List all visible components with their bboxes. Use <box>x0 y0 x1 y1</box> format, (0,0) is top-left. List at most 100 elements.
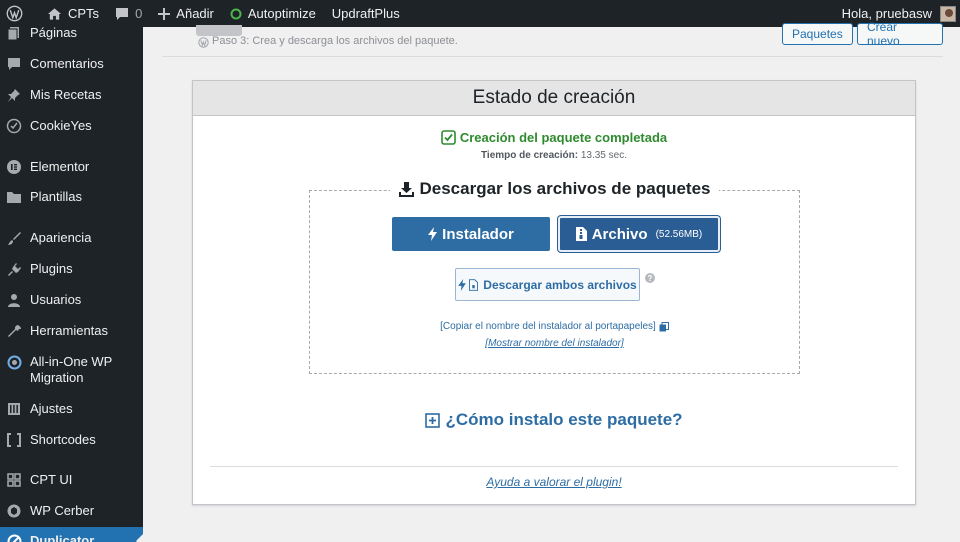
divider <box>210 466 898 467</box>
wrench-icon <box>6 323 22 339</box>
add-new-label: Añadir <box>176 6 214 21</box>
sidebar-item-label: Apariencia <box>30 230 92 245</box>
comments-count: 0 <box>135 6 143 21</box>
sidebar-item-comments[interactable]: Comentarios <box>0 56 143 72</box>
avatar <box>940 5 956 22</box>
sidebar-item-plugins[interactable]: Plugins <box>0 261 143 277</box>
wordpress-logo-icon[interactable] <box>0 0 39 27</box>
installer-label: Instalador <box>442 225 514 243</box>
sidebar-item-pages[interactable]: Páginas <box>0 27 143 41</box>
autoptimize-label: Autoptimize <box>247 6 316 21</box>
sidebar-item-users[interactable]: Usuarios <box>0 292 143 308</box>
plus-square-icon <box>425 412 441 428</box>
build-time: Tiempo de creación: 13.35 sec. <box>193 150 915 161</box>
comments-icon <box>6 56 22 72</box>
sidebar-item-cpt-ui[interactable]: CPT UI <box>0 472 143 488</box>
how-to-install-toggle[interactable]: ¿Cómo instalo este paquete? <box>193 410 915 430</box>
how-to-install-label: ¿Cómo instalo este paquete? <box>445 410 683 429</box>
sidebar-item-label: Elementor <box>30 159 90 174</box>
archive-button[interactable]: Archivo (52.56MB) <box>558 216 720 252</box>
sidebar-item-templates[interactable]: Plantillas <box>0 189 143 205</box>
sidebar-item-label: Usuarios <box>30 292 82 307</box>
sidebar-item-recipes[interactable]: Mis Recetas <box>0 87 143 103</box>
sidebar-item-label: Duplicator <box>30 533 95 542</box>
plugin-icon <box>6 261 22 277</box>
download-title-text: Descargar los archivos de paquetes <box>419 179 711 198</box>
file-zip-icon <box>469 278 479 291</box>
pages-icon <box>6 27 22 41</box>
help-icon[interactable]: ? <box>645 273 655 283</box>
add-new-link[interactable]: Añadir <box>150 0 222 27</box>
installer-button[interactable]: Instalador <box>392 217 550 251</box>
sidebar-item-elementor[interactable]: Elementor <box>0 159 143 175</box>
updraftplus-link[interactable]: UpdraftPlus <box>324 0 408 27</box>
sidebar-item-label: Herramientas <box>30 323 109 338</box>
steps-header: Paso 3: Crea y descarga los archivos del… <box>162 20 943 57</box>
sidebar-item-label: Ajustes <box>30 401 73 416</box>
brackets-icon <box>6 432 22 448</box>
comments-link[interactable]: 0 <box>107 0 150 27</box>
sidebar-item-settings[interactable]: Ajustes <box>0 401 143 417</box>
archive-size: (52.56MB) <box>655 228 703 240</box>
admin-sidebar: Páginas Comentarios Mis Recetas CookieYe… <box>0 27 143 542</box>
updraftplus-label: UpdraftPlus <box>331 6 400 21</box>
elementor-icon <box>6 159 22 175</box>
create-new-button[interactable]: Crear nuevo <box>857 20 943 48</box>
archive-label: Archivo <box>591 225 648 243</box>
build-time-value: 13.35 sec. <box>580 150 627 161</box>
download-both-button[interactable]: Descargar ambos archivos <box>455 268 640 301</box>
site-name: CPTs <box>68 6 100 21</box>
download-icon <box>399 181 415 197</box>
greeting: Hola, pruebasw <box>841 6 932 21</box>
sidebar-item-wp-cerber[interactable]: WP Cerber <box>0 503 143 519</box>
settings-icon <box>6 401 22 417</box>
build-complete-text: Creación del paquete completada <box>459 130 668 145</box>
build-status-panel: Estado de creación Creación del paquete … <box>192 80 916 505</box>
build-complete-message: Creación del paquete completada <box>193 130 915 145</box>
download-box: Descargar los archivos de paquetes Insta… <box>309 179 800 374</box>
panel-title: Estado de creación <box>193 81 915 116</box>
duplicator-icon <box>6 533 22 542</box>
bolt-icon <box>458 278 467 291</box>
sidebar-item-label: Páginas <box>30 27 77 40</box>
sidebar-item-label: Shortcodes <box>30 432 96 447</box>
home-icon <box>47 7 62 20</box>
sidebar-item-label: Plantillas <box>30 189 83 204</box>
sidebar-item-appearance[interactable]: Apariencia <box>0 230 143 246</box>
comment-bubble-icon <box>116 7 129 20</box>
shield-icon <box>6 503 22 519</box>
pin-icon <box>6 87 22 103</box>
sidebar-item-label: Comentarios <box>30 56 104 71</box>
sidebar-item-label: Mis Recetas <box>30 87 102 102</box>
sidebar-item-label: All-in-One WP Migration <box>30 354 113 385</box>
sidebar-item-label: CPT UI <box>30 472 73 487</box>
folder-icon <box>6 189 22 205</box>
checkbox-check-icon <box>441 130 456 145</box>
wordpress-small-icon <box>198 37 209 48</box>
status-circle-icon <box>230 8 242 19</box>
sidebar-item-shortcodes[interactable]: Shortcodes <box>0 432 143 448</box>
copy-icon <box>659 321 669 331</box>
step-description: Paso 3: Crea y descarga los archivos del… <box>212 35 458 47</box>
rate-plugin-link[interactable]: Ayuda a valorar el plugin! <box>193 475 915 489</box>
main-content: Paso 3: Crea y descarga los archivos del… <box>143 20 960 542</box>
download-both-label: Descargar ambos archivos <box>483 277 637 292</box>
sidebar-item-label: WP Cerber <box>30 503 95 518</box>
sidebar-item-duplicator[interactable]: Duplicator <box>0 527 143 542</box>
site-name-link[interactable]: CPTs <box>39 0 107 27</box>
migration-icon <box>6 354 22 370</box>
autoptimize-link[interactable]: Autoptimize <box>222 0 324 27</box>
sidebar-item-label: CookieYes <box>30 118 92 133</box>
plus-icon <box>158 7 171 20</box>
copy-installer-name-link[interactable]: [Copiar el nombre del instalador al port… <box>310 321 799 332</box>
cookie-icon <box>6 118 22 134</box>
sidebar-item-migration[interactable]: All-in-One WP Migration <box>0 354 143 386</box>
download-title: Descargar los archivos de paquetes <box>310 179 799 199</box>
show-installer-name-link[interactable]: [Mostrar nombre del instalador] <box>310 338 799 349</box>
file-zip-icon <box>575 227 587 241</box>
copy-installer-name-text: [Copiar el nombre del instalador al port… <box>440 321 656 332</box>
sidebar-item-cookieyes[interactable]: CookieYes <box>0 118 143 134</box>
sidebar-item-tools[interactable]: Herramientas <box>0 323 143 339</box>
sidebar-item-label: Plugins <box>30 261 73 276</box>
packages-button[interactable]: Paquetes <box>782 23 853 45</box>
